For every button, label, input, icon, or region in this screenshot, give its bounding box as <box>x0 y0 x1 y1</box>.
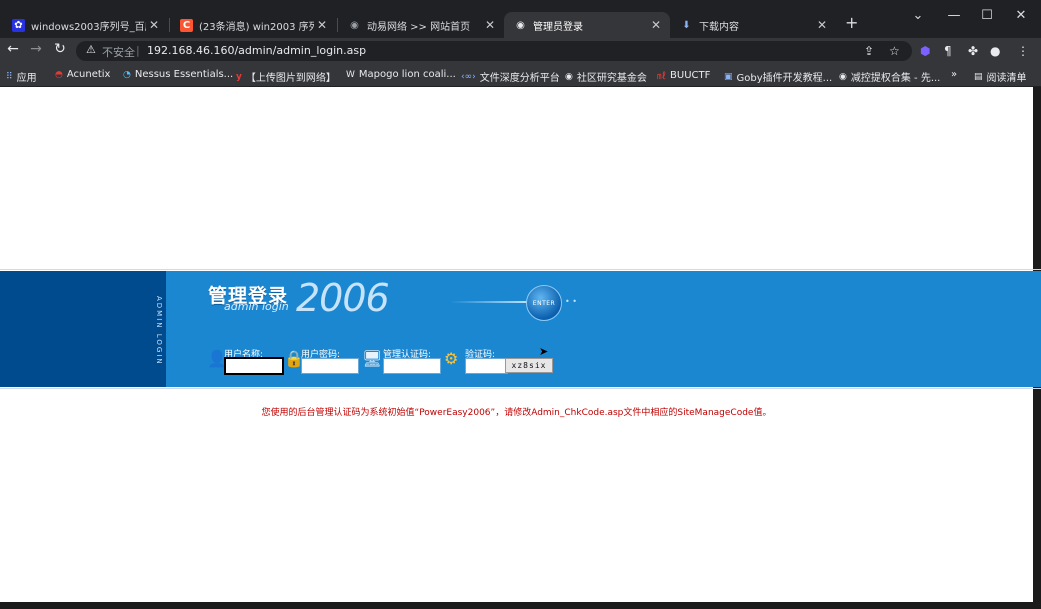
tab-powereasy-home[interactable]: ◉ 动易网络 >> 网站首页 ✕ <box>338 12 504 38</box>
close-tab-icon[interactable]: ✕ <box>314 18 330 32</box>
tab-admin-login[interactable]: ◉ 管理员登录 ✕ <box>504 12 670 38</box>
bookmark-label: » <box>951 69 958 80</box>
globe-icon: ◉ <box>839 71 847 82</box>
bookmark-label: Goby插件开发教程... <box>736 73 833 84</box>
pilcrow-extension-icon[interactable]: ¶ <box>944 44 952 58</box>
bookmark-label: Acunetix <box>66 69 111 80</box>
tab-title: 下载内容 <box>699 21 739 33</box>
tab-title: 动易网络 >> 网站首页 <box>367 21 471 33</box>
tab-title: 管理员登录 <box>533 21 583 33</box>
extensions-puzzle-icon[interactable]: ✤ <box>968 44 978 58</box>
bookmark-acunetix[interactable]: ◓ Acunetix <box>55 69 110 80</box>
bookmark-goby[interactable]: ▣ Goby插件开发教程... <box>724 69 833 85</box>
login-subtitle: admin login <box>224 300 289 313</box>
forward-button[interactable]: → <box>27 41 45 57</box>
gear-icon: ⚙ <box>444 349 459 368</box>
security-status[interactable]: 不安全 <box>102 44 135 60</box>
bookmark-label: 【上传图片到网络】 <box>245 73 336 84</box>
bookmark-community[interactable]: ◉ 社区研究基金会 <box>565 69 647 85</box>
warning-icon[interactable]: ⚠ <box>86 43 96 56</box>
bookmark-label: 文件深度分析平台 <box>479 73 560 84</box>
enter-button[interactable]: ENTER <box>526 285 562 321</box>
acunetix-icon: ◓ <box>55 69 63 80</box>
apps-icon: ⠿ <box>6 71 13 82</box>
bookmark-label: BUUCTF <box>670 70 711 81</box>
omnibox-divider: | <box>136 44 140 57</box>
bookmark-wikipedia[interactable]: W Mapogo lion coali... <box>346 69 456 80</box>
close-window-button[interactable]: ✕ <box>1006 8 1036 23</box>
banner-bottom-border <box>0 388 1041 389</box>
username-input[interactable] <box>224 357 284 375</box>
tab-downloads[interactable]: ⬇ 下载内容 ✕ <box>670 12 836 38</box>
wikipedia-icon: W <box>346 69 355 80</box>
reload-button[interactable]: ↻ <box>51 41 69 57</box>
bookmark-label: 社区研究基金会 <box>576 73 647 84</box>
tab-baidu-search[interactable]: ✿ windows2003序列号_百度搜 ✕ <box>2 12 168 38</box>
globe-icon: ◉ <box>565 71 573 82</box>
reading-list[interactable]: ▤ 阅读清单 <box>974 69 1027 85</box>
banner-top-border <box>0 269 1041 270</box>
bookmark-label: Mapogo lion coali... <box>358 69 456 80</box>
bookmark-nessus[interactable]: ◔ Nessus Essentials... <box>123 69 233 80</box>
captcha-input[interactable] <box>465 358 508 374</box>
menu-kebab-icon[interactable]: ⋮ <box>1017 44 1029 58</box>
tab-title: windows2003序列号_百度搜 <box>31 21 146 33</box>
security-warning-message: 您使用的后台管理认证码为系统初始值“PowerEasy2006”，请修改Admi… <box>261 408 772 418</box>
bookmark-apps[interactable]: ⠿ 应用 <box>6 69 37 85</box>
bookmark-star-icon[interactable]: ☆ <box>889 44 900 58</box>
goby-icon: ▣ <box>724 71 733 82</box>
tab-csdn[interactable]: C (23条消息) win2003 序列号 ✕ <box>170 12 336 38</box>
globe-icon: ◉ <box>516 19 525 31</box>
maximize-button[interactable]: ☐ <box>972 8 1002 23</box>
close-tab-icon[interactable]: ✕ <box>648 18 664 32</box>
new-tab-button[interactable]: + <box>845 13 858 32</box>
download-icon: ⬇ <box>682 19 691 31</box>
captcha-image[interactable]: xz8six <box>505 358 553 373</box>
tab-title: (23条消息) win2003 序列号 <box>199 21 314 33</box>
bookmark-upload-image[interactable]: y 【上传图片到网络】 <box>236 69 336 85</box>
tab-search-icon[interactable]: ⌄ <box>903 8 933 23</box>
back-button[interactable]: ← <box>4 41 22 57</box>
globe-icon: ◉ <box>350 19 359 31</box>
close-tab-icon[interactable]: ✕ <box>146 18 162 32</box>
profile-avatar-icon[interactable]: ● <box>990 44 1000 58</box>
url-text[interactable]: 192.168.46.160/admin/admin_login.asp <box>147 44 366 57</box>
login-banner-left-panel <box>0 271 166 387</box>
y-icon: y <box>236 71 242 82</box>
enter-dots: • • <box>565 297 577 306</box>
enter-button-trail <box>450 301 530 303</box>
close-tab-icon[interactable]: ✕ <box>814 18 830 32</box>
csdn-icon: C <box>180 18 193 32</box>
bookmark-label: 阅读清单 <box>986 73 1027 84</box>
close-tab-icon[interactable]: ✕ <box>482 18 498 32</box>
bookmark-label: Nessus Essentials... <box>134 69 234 80</box>
reading-list-icon: ▤ <box>974 71 983 82</box>
vertical-admin-login-label: ADMIN LOGIN <box>155 296 163 366</box>
bookmark-label: 减控提权合集 - 先... <box>850 73 941 84</box>
analysis-icon: ‹∞› <box>461 71 476 82</box>
nessus-icon: ◔ <box>123 69 131 80</box>
bookmark-label: 应用 <box>16 73 37 84</box>
buuctf-icon: ㎖ <box>657 72 667 82</box>
window-bottom-edge <box>0 602 1041 609</box>
mouse-cursor-icon: ➤ <box>539 345 549 358</box>
password-input[interactable] <box>301 358 359 374</box>
bookmark-privilege[interactable]: ◉ 减控提权合集 - 先... <box>839 69 941 85</box>
enter-button-label: ENTER <box>532 299 556 307</box>
baidu-icon: ✿ <box>12 18 25 32</box>
computer-icon: 🖥 <box>362 349 383 368</box>
bookmark-buuctf[interactable]: ㎖ BUUCTF <box>657 69 710 82</box>
admin-code-input[interactable] <box>383 358 441 374</box>
share-icon[interactable]: ⇪ <box>864 44 874 58</box>
bookmark-file-analysis[interactable]: ‹∞› 文件深度分析平台 <box>461 69 560 85</box>
minimize-button[interactable]: — <box>939 8 969 23</box>
extension-hex-icon[interactable]: ⬢ <box>920 44 930 58</box>
login-year-logo: 2006 <box>296 276 390 320</box>
bookmarks-overflow-button[interactable]: » <box>951 69 957 80</box>
